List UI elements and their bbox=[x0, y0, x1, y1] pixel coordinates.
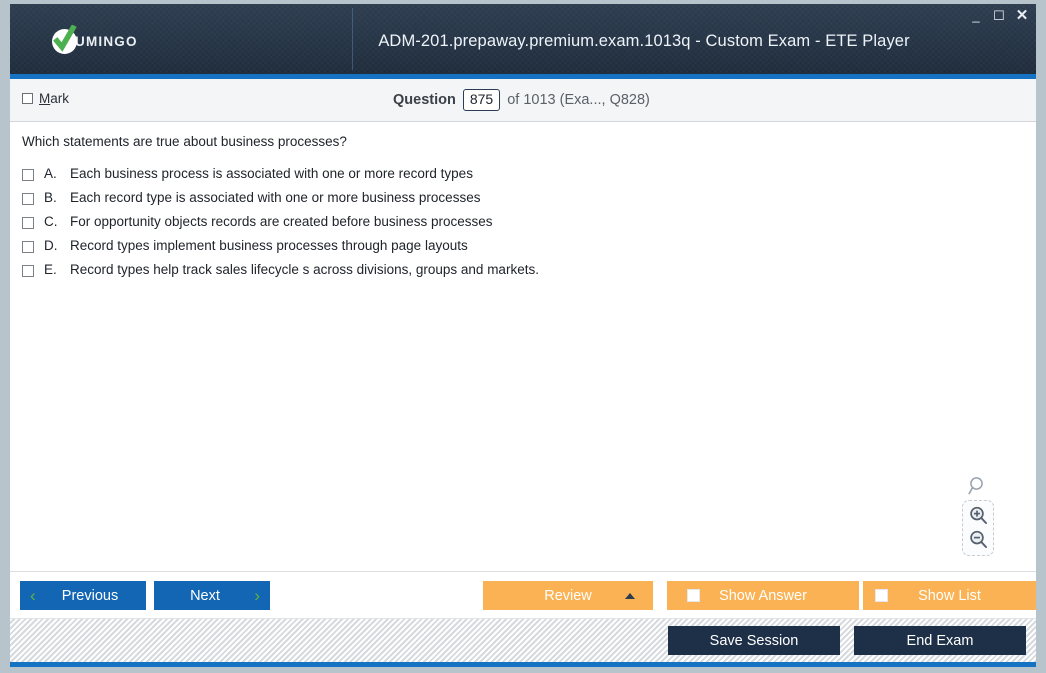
end-exam-button[interactable]: End Exam bbox=[854, 626, 1026, 655]
chevron-right-icon: › bbox=[254, 586, 260, 605]
option-text: Each record type is associated with one … bbox=[70, 190, 481, 205]
zoom-in-icon[interactable] bbox=[969, 506, 988, 525]
option-checkbox[interactable] bbox=[22, 169, 34, 181]
save-session-button-label: Save Session bbox=[709, 632, 799, 649]
chevron-up-icon bbox=[625, 592, 635, 599]
option-letter: A. bbox=[44, 166, 57, 181]
footer-accent-strip bbox=[10, 662, 1036, 667]
answer-option-a[interactable]: A. Each business process is associated w… bbox=[22, 166, 1024, 190]
option-checkbox[interactable] bbox=[22, 241, 34, 253]
mark-label: Mark bbox=[39, 91, 69, 106]
check-circle-icon bbox=[52, 24, 77, 54]
question-word-label: Question bbox=[393, 92, 456, 108]
show-list-button[interactable]: Show List bbox=[863, 581, 1036, 610]
question-stem: Which statements are true about business… bbox=[22, 134, 347, 149]
show-list-checkbox[interactable] bbox=[875, 589, 888, 602]
previous-button-label: Previous bbox=[61, 587, 119, 604]
navigation-bar: ‹ Previous Next › Review Show Answer Sho… bbox=[10, 571, 1036, 618]
minimize-icon[interactable]: _ bbox=[969, 9, 983, 23]
brand-wordmark: UMINGO bbox=[75, 33, 138, 49]
answer-option-b[interactable]: B. Each record type is associated with o… bbox=[22, 190, 1024, 214]
title-bar: UMINGO ADM-201.prepaway.premium.exam.101… bbox=[10, 4, 1036, 74]
question-content-area: Which statements are true about business… bbox=[10, 122, 1036, 571]
answer-options-list: A. Each business process is associated w… bbox=[22, 166, 1024, 286]
save-session-button[interactable]: Save Session bbox=[668, 626, 840, 655]
question-header-bar: Mark Question 875 of 1013 (Exa..., Q828) bbox=[10, 79, 1036, 122]
show-answer-checkbox[interactable] bbox=[687, 589, 700, 602]
question-number-input[interactable]: 875 bbox=[462, 89, 501, 111]
show-list-button-label: Show List bbox=[918, 587, 981, 604]
mark-question-control[interactable]: Mark bbox=[22, 91, 69, 106]
window-controls: _ ☐ ✕ bbox=[969, 8, 1029, 23]
answer-option-c[interactable]: C. For opportunity objects records are c… bbox=[22, 214, 1024, 238]
magnifier-icon bbox=[968, 476, 988, 501]
option-text: For opportunity objects records are crea… bbox=[70, 214, 493, 229]
close-icon[interactable]: ✕ bbox=[1015, 8, 1029, 23]
vumingo-logo: UMINGO bbox=[52, 24, 138, 54]
window-title: ADM-201.prepaway.premium.exam.1013q - Cu… bbox=[378, 32, 910, 50]
mark-checkbox[interactable] bbox=[22, 93, 33, 104]
option-letter: E. bbox=[44, 262, 57, 277]
show-answer-button[interactable]: Show Answer bbox=[667, 581, 859, 610]
option-checkbox[interactable] bbox=[22, 217, 34, 229]
option-checkbox[interactable] bbox=[22, 193, 34, 205]
zoom-controls-panel bbox=[962, 500, 994, 556]
status-bar: Save Session End Exam bbox=[10, 618, 1036, 662]
option-text: Record types implement business processe… bbox=[70, 238, 468, 253]
maximize-icon[interactable]: ☐ bbox=[992, 9, 1006, 23]
option-text: Record types help track sales lifecycle … bbox=[70, 262, 539, 277]
option-letter: D. bbox=[44, 238, 58, 253]
option-letter: B. bbox=[44, 190, 57, 205]
mark-label-accel: M bbox=[39, 91, 51, 106]
review-button[interactable]: Review bbox=[483, 581, 653, 610]
chevron-left-icon: ‹ bbox=[30, 586, 36, 605]
mark-label-rest: ark bbox=[50, 91, 70, 106]
option-letter: C. bbox=[44, 214, 58, 229]
next-button-label: Next bbox=[190, 587, 220, 604]
zoom-out-icon[interactable] bbox=[969, 530, 988, 549]
question-total-label: of 1013 (Exa..., Q828) bbox=[507, 92, 650, 108]
next-button[interactable]: Next › bbox=[154, 581, 270, 610]
option-checkbox[interactable] bbox=[22, 265, 34, 277]
answer-option-d[interactable]: D. Record types implement business proce… bbox=[22, 238, 1024, 262]
end-exam-button-label: End Exam bbox=[906, 632, 974, 649]
previous-button[interactable]: ‹ Previous bbox=[20, 581, 146, 610]
review-button-label: Review bbox=[544, 587, 592, 604]
ete-player-window: UMINGO ADM-201.prepaway.premium.exam.101… bbox=[0, 0, 1046, 673]
answer-option-e[interactable]: E. Record types help track sales lifecyc… bbox=[22, 262, 1024, 286]
question-counter: Question 875 of 1013 (Exa..., Q828) bbox=[393, 89, 650, 111]
option-text: Each business process is associated with… bbox=[70, 166, 473, 181]
show-answer-button-label: Show Answer bbox=[719, 587, 807, 604]
